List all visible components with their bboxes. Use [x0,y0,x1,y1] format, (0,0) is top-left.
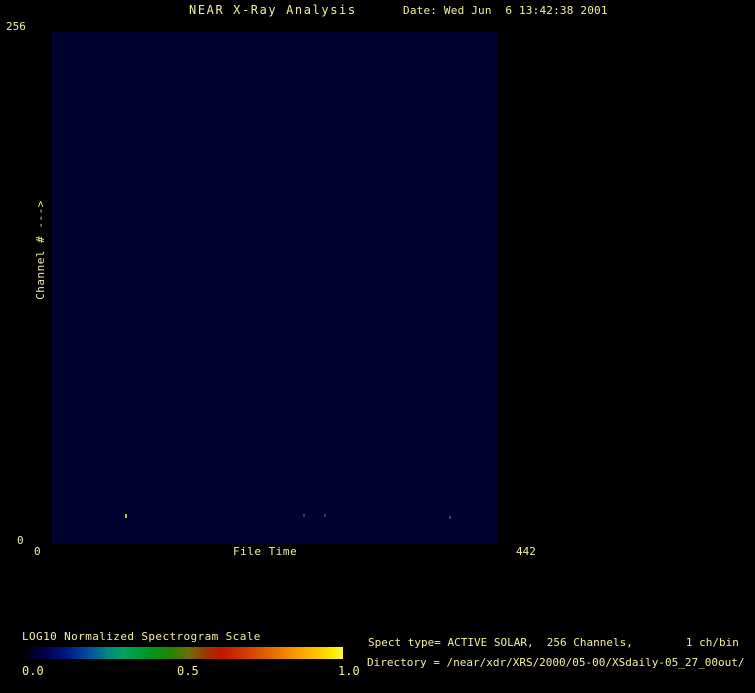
spect-type-info: Spect type= ACTIVE SOLAR, 256 Channels, … [368,636,739,649]
spectrogram-plot [52,32,497,544]
colorbar-title: LOG10 Normalized Spectrogram Scale [22,630,261,643]
colorbar-tick-2: 1.0 [338,664,360,678]
spectrogram-point [324,514,326,517]
page-title: NEAR X-Ray Analysis [189,3,357,17]
colorbar-tick-0: 0.0 [22,664,44,678]
x-axis-label: File Time [233,545,298,558]
directory-path: Directory = /near/xdr/XRS/2000/05-00/XSd… [367,656,745,669]
spectrogram-point [125,514,127,518]
y-axis-min-tick: 0 [17,534,24,547]
x-axis-min-tick: 0 [34,545,41,558]
spectrogram-point [449,516,451,519]
colorbar-tick-1: 0.5 [177,664,199,678]
colorbar-gradient [22,647,343,659]
y-axis-max-tick: 256 [6,20,26,33]
date-label: Date: Wed Jun 6 13:42:38 2001 [403,4,608,17]
near-xray-analysis-window: NEAR X-Ray Analysis Date: Wed Jun 6 13:4… [0,0,755,693]
spectrogram-point [303,514,305,517]
x-axis-max-tick: 442 [516,545,536,558]
y-axis-label: Channel # ---> [34,200,47,300]
